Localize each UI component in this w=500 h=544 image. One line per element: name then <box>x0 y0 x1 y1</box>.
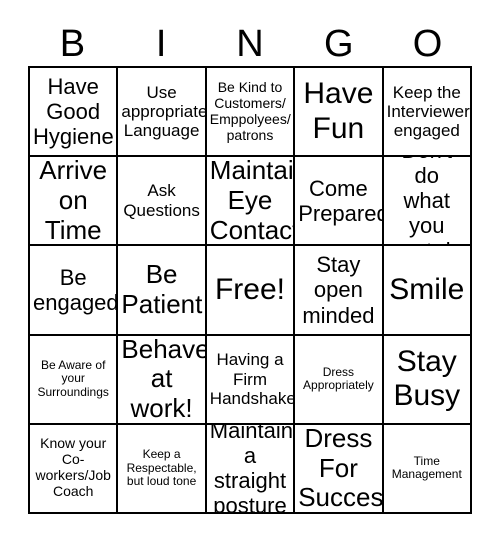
bingo-cell-label: Free! <box>214 272 285 306</box>
bingo-cell[interactable]: Keep the Interviewer engaged <box>383 68 472 158</box>
bingo-cell[interactable]: Having a Firm Handshake <box>206 335 296 425</box>
bingo-cell-label: Use appropriate Language <box>121 82 207 141</box>
bingo-cell-label: Maintain a straight posture <box>209 424 293 514</box>
bingo-cell-label: Be Kind to Customers/ Emppolyees/ patron… <box>209 78 291 143</box>
header-letter-g: G <box>324 23 354 65</box>
bingo-cell-label: Keep the Interviewer engaged <box>386 82 470 141</box>
bingo-cell[interactable]: Ask Questions <box>118 157 207 247</box>
bingo-cell-label: Come Prepared <box>298 175 384 226</box>
header-letter-o: O <box>412 23 443 65</box>
bingo-cell[interactable]: Stay open minded <box>295 246 384 336</box>
bingo-header: B I N G O <box>28 22 472 66</box>
bingo-cell[interactable]: Don't do what you cant do <box>383 157 472 247</box>
bingo-cell-label: Maintain Eye Contact <box>209 157 296 245</box>
bingo-cell-label: Be Patient <box>121 259 203 319</box>
bingo-cell[interactable]: Dress For Success <box>295 424 384 514</box>
bingo-grid: Have Good Hygiene Use appropriate Languag… <box>28 66 472 514</box>
header-letter-i: I <box>155 23 167 65</box>
bingo-cell[interactable]: Smile <box>383 246 472 336</box>
bingo-cell[interactable]: Be Aware of your Surroundings <box>30 335 119 425</box>
bingo-cell-label: Dress Appropriately <box>303 364 374 393</box>
header-letter-n: N <box>236 23 264 65</box>
bingo-cell-label: Arrive on Time <box>39 157 108 245</box>
bingo-free-space-cell[interactable]: Free! <box>206 246 296 336</box>
bingo-cell[interactable]: Time Management <box>383 424 472 514</box>
bingo-cell[interactable]: Use appropriate Language <box>118 68 207 158</box>
bingo-cell-label: Be engaged <box>33 264 119 315</box>
bingo-cell-label: Behave at work! <box>121 335 207 424</box>
bingo-cell[interactable]: Maintain a straight posture <box>206 424 296 514</box>
bingo-cell-label: Stay Busy <box>393 345 461 413</box>
bingo-cell-label: Keep a Respectable, but loud tone <box>126 446 197 489</box>
bingo-cell[interactable]: Come Prepared <box>295 157 384 247</box>
bingo-cell-label: Have Fun <box>303 77 374 145</box>
bingo-cell-label: Ask Questions <box>123 181 200 220</box>
bingo-cell-label: Know your Co- workers/Job Coach <box>35 435 111 500</box>
bingo-cell[interactable]: Know your Co- workers/Job Coach <box>30 424 119 514</box>
bingo-cell[interactable]: Be Kind to Customers/ Emppolyees/ patron… <box>206 68 296 158</box>
bingo-cell-label: Have Good Hygiene <box>33 73 114 150</box>
bingo-cell[interactable]: Arrive on Time <box>30 157 119 247</box>
bingo-cell[interactable]: Dress Appropriately <box>295 335 384 425</box>
bingo-cell[interactable]: Keep a Respectable, but loud tone <box>118 424 207 514</box>
bingo-cell-label: Time Management <box>391 453 462 482</box>
bingo-cell[interactable]: Have Fun <box>295 68 384 158</box>
bingo-cell-label: Having a Firm Handshake <box>209 350 296 408</box>
bingo-cell[interactable]: Stay Busy <box>383 335 472 425</box>
bingo-cell-label: Stay open minded <box>302 252 375 328</box>
header-letter-b: B <box>59 23 86 65</box>
bingo-cell-label: Smile <box>389 272 465 306</box>
bingo-cell[interactable]: Be Patient <box>118 246 207 336</box>
bingo-cell[interactable]: Have Good Hygiene <box>30 68 119 158</box>
bingo-cell[interactable]: Behave at work! <box>118 335 207 425</box>
bingo-cell-label: Don't do what you cant do <box>391 157 463 244</box>
bingo-cell-label: Dress For Success <box>298 424 384 513</box>
bingo-cell-label: Be Aware of your Surroundings <box>37 357 109 400</box>
bingo-cell[interactable]: Be engaged <box>30 246 119 336</box>
bingo-cell[interactable]: Maintain Eye Contact <box>206 157 296 247</box>
bingo-card: B I N G O Have Good Hygiene Use appropria… <box>0 0 500 544</box>
